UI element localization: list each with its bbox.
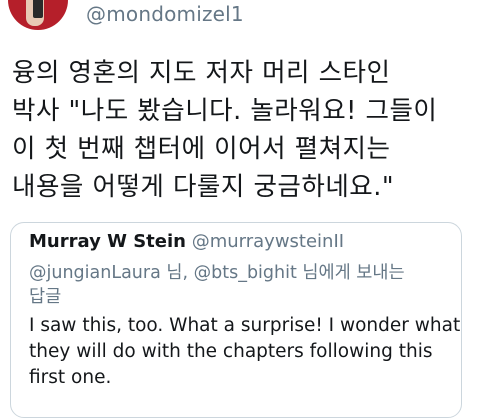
quoted-reply-context: @jungianLaura 님, @bts_bighit 님에게 보내는 답글 [29,261,449,309]
tweet-text-line: 내용을 어떻게 다룰지 궁금하네요." [12,172,395,202]
tweet-text-line: 융의 영혼의 지도 저자 머리 스타인 [12,58,391,88]
quoted-tweet-text: I saw this, too. What a surprise! I wond… [29,313,461,391]
avatar[interactable] [8,0,68,30]
reply-context-line: 답글 [29,287,62,307]
quoted-text-line: I saw this, too. What a surprise! I wond… [29,315,461,336]
tweet-text-line: 이 첫 번째 챕터에 이어서 펼쳐지는 [12,134,391,164]
quoted-tweet-header: Murray W Stein @murraywsteinII [29,231,344,252]
quoted-author-name: Murray W Stein [29,231,186,252]
tweet-text: 융의 영혼의 지도 저자 머리 스타인 박사 "나도 봤습니다. 놀라워요! 그… [12,54,474,206]
reply-context-line: @jungianLaura 님, @bts_bighit 님에게 보내는 [29,263,405,283]
quoted-text-line: first one. [29,367,112,388]
quoted-author-handle: @murraywsteinII [191,231,345,252]
quoted-text-line: they will do with the chapters following… [29,341,433,362]
avatar-phone-shape [33,0,43,18]
quoted-tweet-card[interactable]: Murray W Stein @murraywsteinII @jungianL… [10,222,462,418]
author-handle[interactable]: @mondomizel1 [86,2,244,26]
tweet-text-line: 박사 "나도 봤습니다. 놀라워요! 그들이 [12,96,438,126]
